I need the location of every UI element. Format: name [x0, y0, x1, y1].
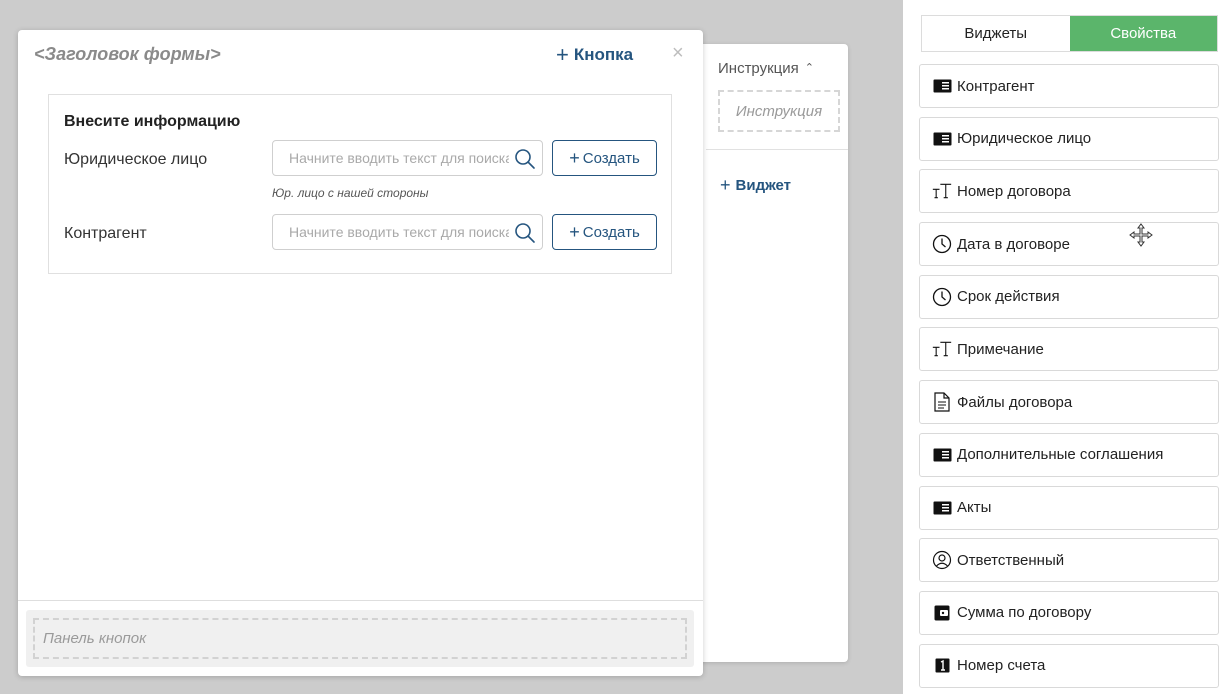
property-item-invoice-number[interactable]: Номер счета [919, 643, 1219, 688]
property-item-label: Контрагент [957, 77, 1035, 95]
add-button-label: Кнопка [573, 45, 634, 64]
property-list: Контрагент Юридическое лицо Номер догово… [919, 64, 1219, 694]
text-icon [932, 181, 952, 201]
tab-widgets[interactable]: Виджеты [922, 16, 1070, 51]
app-card-icon [932, 129, 952, 149]
user-icon [932, 550, 952, 570]
property-item-contract-date[interactable]: Дата в договоре [919, 222, 1219, 267]
button-panel: Панель кнопок [26, 610, 694, 667]
property-item-label: Ответственный [957, 551, 1065, 569]
property-item-label: Дата в договоре [957, 235, 1070, 253]
legal-entity-hint: Юр. лицо с нашей стороны [272, 186, 429, 200]
number-icon [932, 656, 952, 676]
chevron-up-icon[interactable]: ⌃ [805, 61, 814, 74]
property-item-contract-amount[interactable]: Сумма по договору [919, 590, 1219, 635]
property-item-validity-period[interactable]: Срок действия [919, 274, 1219, 319]
create-label: Создать [582, 149, 640, 167]
property-item-label: Сумма по договору [957, 604, 1092, 622]
property-item-label: Номер счета [957, 657, 1046, 675]
plus-icon: + [569, 148, 580, 168]
property-item-label: Акты [957, 499, 992, 516]
button-panel-dropzone[interactable]: Панель кнопок [33, 618, 687, 659]
file-icon [932, 392, 952, 412]
counterparty-label: Контрагент [64, 225, 147, 242]
properties-sidebar: Виджеты Свойства Контрагент Юридическое … [903, 0, 1227, 694]
property-item-counterparty[interactable]: Контрагент [919, 64, 1219, 108]
counterparty-input[interactable] [289, 224, 509, 240]
property-item-legal-entity[interactable]: Юридическое лицо [919, 116, 1219, 161]
plus-icon: + [720, 175, 731, 195]
property-item-responsible[interactable]: Ответственный [919, 538, 1219, 583]
info-block: Внесите информацию Юридическое лицо + Со… [48, 94, 672, 274]
instruction-panel: Инструкция ⌃ Инструкция + Виджет [688, 44, 848, 662]
close-icon[interactable]: × [672, 42, 684, 65]
property-item-label: Файлы договора [957, 393, 1073, 411]
text-icon [932, 339, 952, 359]
plus-icon: + [569, 222, 580, 242]
form-title[interactable]: <Заголовок формы> [34, 44, 221, 65]
add-widget-button[interactable]: + Виджет [720, 176, 791, 194]
clock-icon [932, 234, 952, 254]
clock-icon [932, 287, 952, 307]
add-button[interactable]: + Кнопка [556, 44, 633, 66]
property-item-label: Юридическое лицо [957, 130, 1092, 148]
create-label: Создать [582, 223, 640, 241]
form-card: <Заголовок формы> + Кнопка × Внесите инф… [18, 30, 703, 676]
plus-icon: + [556, 42, 569, 67]
button-panel-label: Панель кнопок [43, 630, 147, 647]
property-item-contract-files[interactable]: Файлы договора [919, 380, 1219, 425]
move-cursor-icon [1129, 223, 1153, 247]
legal-entity-input[interactable] [289, 150, 509, 166]
counterparty-field[interactable] [272, 214, 543, 250]
property-item-contract-number[interactable]: Номер договора [919, 169, 1219, 214]
app-card-icon [932, 76, 952, 96]
divider [18, 600, 703, 601]
divider [706, 149, 848, 150]
property-item-note[interactable]: Примечание [919, 327, 1219, 372]
wallet-icon [932, 603, 952, 623]
add-widget-label: Виджет [735, 176, 792, 194]
search-icon[interactable] [514, 222, 536, 244]
create-counterparty-button[interactable]: + Создать [552, 214, 657, 250]
create-legal-entity-button[interactable]: + Создать [552, 140, 657, 176]
property-item-label: Номер договора [957, 182, 1071, 200]
legal-entity-label: Юридическое лицо [64, 151, 208, 168]
app-card-icon [932, 498, 952, 518]
property-item-acts[interactable]: Акты [919, 485, 1219, 530]
legal-entity-field[interactable] [272, 140, 543, 176]
property-item-label: Срок действия [957, 288, 1060, 306]
app-card-icon [932, 445, 952, 465]
sidebar-tabs: Виджеты Свойства [921, 15, 1218, 52]
info-block-title: Внесите информацию [64, 113, 241, 130]
search-icon[interactable] [514, 148, 536, 170]
tab-properties[interactable]: Свойства [1069, 16, 1217, 51]
property-item-label: Дополнительные соглашения [957, 446, 1164, 464]
instruction-header[interactable]: Инструкция ⌃ [718, 60, 814, 77]
instruction-placeholder: Инструкция [735, 102, 823, 120]
property-item-additional-agreements[interactable]: Дополнительные соглашения [919, 432, 1219, 477]
instruction-header-label: Инструкция [718, 60, 799, 77]
instruction-dropzone[interactable]: Инструкция [718, 90, 840, 132]
property-item-label: Примечание [957, 340, 1044, 358]
